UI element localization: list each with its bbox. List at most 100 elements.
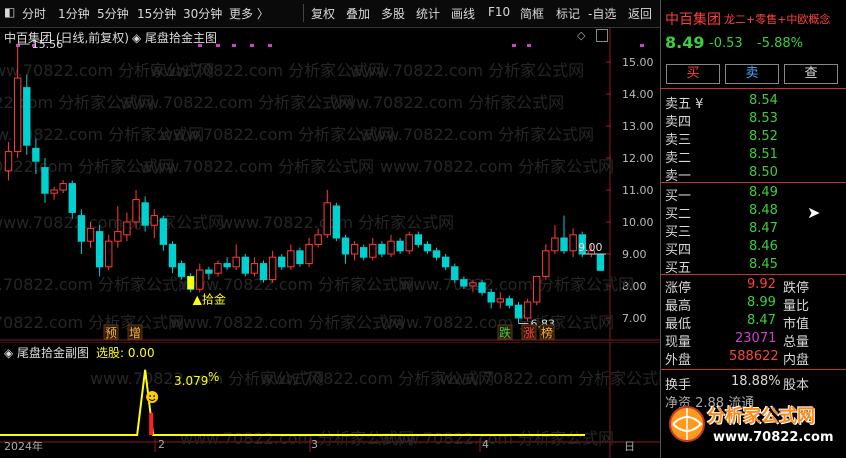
btn-f10[interactable]: F10 (488, 5, 510, 19)
date-label-feb: 2 (158, 438, 165, 451)
indicator-name[interactable]: ◈ 尾盘拾金主图 (132, 29, 217, 46)
watermark-text: www.70822.com 分析家公式网 (400, 275, 634, 294)
tag-label: 跌 (499, 325, 511, 340)
btn-back[interactable]: 返回 (628, 5, 652, 22)
candle-body (168, 243, 177, 268)
ask-price[interactable]: 8.52 (749, 129, 778, 144)
tab-more[interactable]: 更多 〉 (229, 5, 269, 22)
btn-simple-frame[interactable]: 简框 (520, 5, 544, 22)
candle-body (523, 301, 532, 319)
kline-svg: 15.0014.0013.0012.0011.0010.009.008.007.… (0, 28, 660, 341)
candle-body (350, 243, 359, 255)
bid-price[interactable]: 8.48 (749, 203, 778, 218)
candle-body (32, 147, 40, 162)
ask-label: 卖四 (665, 115, 692, 130)
ask-price[interactable]: 8.51 (749, 147, 778, 162)
tab-minute[interactable]: 分时 (22, 5, 46, 22)
watermark-text: www.70822.com 分析家公式网 (350, 61, 584, 80)
candle-body (141, 202, 149, 226)
ask-price[interactable]: 8.54 (749, 93, 778, 108)
btn-draw-line[interactable]: 画线 (451, 5, 475, 22)
stat-label-2: 跌停 (783, 281, 810, 296)
watermark-text: www.70822.com 分析家公式网 (330, 93, 564, 112)
signal-marker (268, 44, 272, 47)
candle-body (314, 234, 322, 245)
candle-body (296, 250, 304, 265)
candle-body (13, 77, 22, 153)
indicator-icon: ◈ (132, 31, 146, 45)
btn-add-watchlist[interactable]: -自选 (588, 5, 616, 22)
candle-body (250, 263, 259, 274)
candle-body (259, 263, 268, 281)
tab-1min[interactable]: 1分钟 (58, 5, 90, 22)
limit-up-value: 9.92 (747, 277, 776, 292)
turnover-label-2: 股本 (783, 378, 810, 393)
bid-price[interactable]: 8.46 (749, 239, 778, 254)
signal-candle (187, 276, 194, 290)
quote-panel: 中百集团 龙二+零售+中欧概念 8.49 -0.53 -5.88% 买 卖 查 … (660, 0, 846, 458)
btn-stats[interactable]: 统计 (416, 5, 440, 22)
candle-body (596, 253, 605, 271)
stock-concepts[interactable]: 龙二+零售+中欧概念 (724, 11, 830, 27)
candle-body (387, 240, 395, 255)
watermark-text: www.70822.com 分析家公式网 (360, 125, 594, 144)
main-kline-chart[interactable]: 15.00 14.00 13.00 12.00 11.00 10.00 9.00 8.00 7.… (0, 28, 660, 341)
price-tick-label: 10.00 (622, 216, 654, 229)
sub-indicator-chart[interactable]: www.70822.com 分析家公式网 www.70822.com 分析家公式网… (0, 342, 660, 458)
candle-body (196, 269, 204, 290)
bid-price[interactable]: 8.45 (749, 257, 778, 272)
tag-label: 预 (105, 326, 117, 340)
diamond-icon[interactable]: ◇ (577, 29, 585, 42)
sell-button[interactable]: 卖 (725, 64, 779, 84)
low-value: 8.47 (747, 313, 776, 328)
bid-label: 买四 (665, 243, 692, 258)
watermark-text: www.70822.com 分析家公式网 (380, 429, 614, 448)
sub-indicator-icon: ◈ (4, 346, 18, 360)
price-tick-label: 13.00 (622, 120, 654, 133)
current-volume: 23071 (735, 331, 777, 346)
candle-body (478, 282, 486, 293)
candle-body (77, 215, 86, 242)
bid-price[interactable]: 8.47 (749, 221, 778, 236)
window-icon[interactable] (596, 29, 608, 42)
percent-label: % (208, 370, 220, 384)
btn-multi-stock[interactable]: 多股 (381, 5, 405, 22)
btn-overlay[interactable]: 叠加 (346, 5, 370, 22)
high-value: 8.99 (747, 295, 776, 310)
toolbar-left-icon[interactable]: ◧ (4, 5, 15, 19)
ask-price[interactable]: 8.53 (749, 111, 778, 126)
ask-price[interactable]: 8.50 (749, 165, 778, 180)
main-chart-title: 中百集团 (日线,前复权) (4, 31, 129, 45)
bid-price[interactable]: 8.49 (749, 185, 778, 200)
candle-body (59, 183, 67, 191)
candle-body (378, 243, 386, 255)
watermark-text: www.70822.com 分析家公式网 (0, 275, 194, 294)
candle-body (460, 279, 468, 287)
tab-5min[interactable]: 5分钟 (97, 5, 129, 22)
sub-chart-title: ◈ 尾盘拾金副图 (4, 346, 90, 360)
candle-body (287, 250, 295, 268)
price-change: -0.53 (709, 36, 743, 51)
period-toolbar: ◧ 分时 1分钟 5分钟 15分钟 30分钟 更多 〉 复权 叠加 多股 统计 … (0, 0, 660, 28)
stat-label-2: 内盘 (783, 353, 810, 368)
btn-mark[interactable]: 标记 (556, 5, 580, 22)
stock-name: 中百集团 (665, 12, 721, 28)
candle-body (150, 215, 158, 226)
date-label-year: 2024年 (4, 440, 43, 453)
btn-fuquan[interactable]: 复权 (311, 5, 335, 22)
candle-body (268, 256, 277, 281)
turnover-value: 18.88% (731, 374, 781, 389)
tab-30min[interactable]: 30分钟 (183, 5, 222, 22)
candle-body (423, 243, 432, 252)
watermark-text: www.70822.com 分析家公式网 (0, 213, 224, 232)
stat-label-2: 总量 (783, 335, 810, 350)
candle-body (305, 243, 313, 265)
tab-15min[interactable]: 15分钟 (137, 5, 176, 22)
logo-url: www.70822.com (713, 430, 834, 445)
query-button[interactable]: 查 (784, 64, 838, 84)
candle-body (214, 263, 222, 274)
candle-body (232, 256, 240, 268)
date-label-day: 日 (624, 440, 635, 453)
buy-button[interactable]: 买 (666, 64, 720, 84)
candle-body (542, 250, 550, 277)
